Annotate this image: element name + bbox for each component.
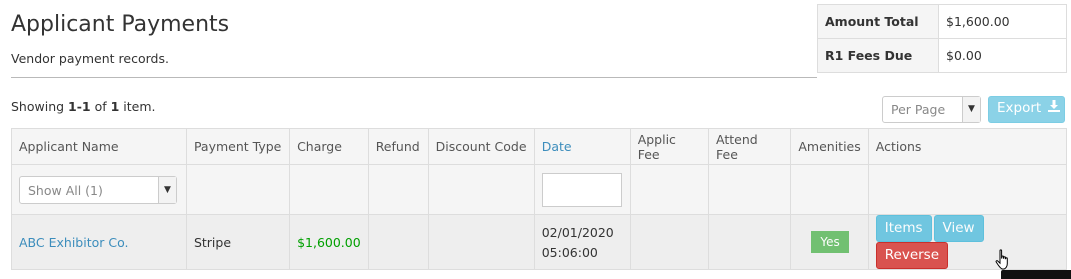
date-value: 02/01/2020	[541, 225, 614, 240]
hand-pointer-cursor-icon	[995, 249, 1011, 271]
summary-label: R1 Fees Due	[817, 38, 939, 73]
summary-value: $1,600.00	[938, 4, 1067, 39]
export-button[interactable]: Export	[988, 96, 1065, 123]
amenities-badge: Yes	[811, 231, 849, 253]
charge-amount: $1,600.00	[297, 234, 361, 250]
column-header-applicant-name[interactable]: Applicant Name	[11, 128, 187, 165]
column-header-payment-type[interactable]: Payment Type	[185, 128, 291, 165]
per-page-select[interactable]: Per Page ▼	[882, 96, 981, 123]
list-summary-mid: of	[90, 99, 111, 114]
time-value: 05:06:00	[541, 245, 598, 260]
reverse-button[interactable]: Reverse	[875, 242, 949, 269]
column-header-attend-fee[interactable]: Attend Fee	[708, 128, 792, 165]
summary-row-amount-total: Amount Total $1,600.00	[817, 4, 1067, 39]
filter-cell-empty	[867, 164, 1068, 215]
applicant-link[interactable]: ABC Exhibitor Co.	[19, 235, 129, 250]
summary-value: $0.00	[938, 38, 1067, 73]
filter-cell-applicant: Show All (1) ▼	[11, 164, 187, 215]
filter-cell-date	[533, 164, 631, 215]
list-summary-suffix: item.	[119, 99, 156, 114]
filter-cell-empty	[289, 164, 369, 215]
cell-actions: Items ViewReverse	[867, 214, 1068, 270]
column-header-actions: Actions	[867, 128, 1068, 165]
caret-down-icon: ▼	[158, 176, 176, 203]
page-subtitle: Vendor payment records.	[11, 51, 169, 66]
date-filter-input[interactable]	[541, 172, 622, 207]
column-header-applic-fee[interactable]: Applic Fee	[629, 128, 710, 165]
cell-applicant-name: ABC Exhibitor Co.	[11, 214, 187, 270]
column-header-charge[interactable]: Charge	[289, 128, 369, 165]
list-summary: Showing 1-1 of 1 item.	[11, 99, 156, 114]
tooltip-edge	[1001, 270, 1071, 279]
cell-refund	[367, 214, 429, 270]
export-label: Export	[997, 100, 1042, 116]
caret-down-icon: ▼	[962, 97, 980, 122]
filter-cell-empty	[708, 164, 792, 215]
view-button[interactable]: View	[933, 215, 984, 242]
applicant-filter-select[interactable]: Show All (1) ▼	[19, 175, 177, 204]
summary-row-r1-fees-due: R1 Fees Due $0.00	[817, 38, 1067, 73]
table-row: ABC Exhibitor Co. Stripe $1,600.00 02/01…	[11, 214, 1068, 270]
list-summary-range: 1-1	[68, 99, 91, 114]
title-divider	[11, 77, 817, 78]
per-page-placeholder: Per Page	[891, 102, 946, 117]
column-header-refund[interactable]: Refund	[367, 128, 429, 165]
cell-applic-fee	[629, 214, 710, 270]
column-header-amenities[interactable]: Amenities	[790, 128, 869, 165]
payments-grid: Applicant Name Payment Type Charge Refun…	[11, 128, 1068, 270]
summary-label: Amount Total	[817, 4, 939, 39]
cell-discount-code	[427, 214, 535, 270]
cell-payment-type: Stripe	[185, 214, 291, 270]
cell-date: 02/01/2020 05:06:00	[533, 214, 631, 270]
filter-cell-empty	[185, 164, 291, 215]
column-header-discount-code[interactable]: Discount Code	[427, 128, 535, 165]
cell-charge: $1,600.00	[289, 214, 369, 270]
items-button[interactable]: Items	[875, 215, 932, 242]
payment-summary-table: Amount Total $1,600.00 R1 Fees Due $0.00	[817, 4, 1067, 73]
column-header-date[interactable]: Date	[533, 128, 631, 165]
grid-header-row: Applicant Name Payment Type Charge Refun…	[11, 128, 1068, 165]
filter-cell-empty	[629, 164, 710, 215]
cell-amenities: Yes	[790, 214, 869, 270]
page-title: Applicant Payments	[11, 12, 230, 37]
filter-cell-empty	[367, 164, 429, 215]
filter-cell-empty	[790, 164, 869, 215]
filter-cell-empty	[427, 164, 535, 215]
download-icon	[1047, 100, 1060, 115]
applicant-filter-value: Show All (1)	[28, 182, 103, 198]
grid-filter-row: Show All (1) ▼	[11, 164, 1068, 215]
list-summary-prefix: Showing	[11, 99, 69, 114]
cell-attend-fee	[708, 214, 792, 270]
